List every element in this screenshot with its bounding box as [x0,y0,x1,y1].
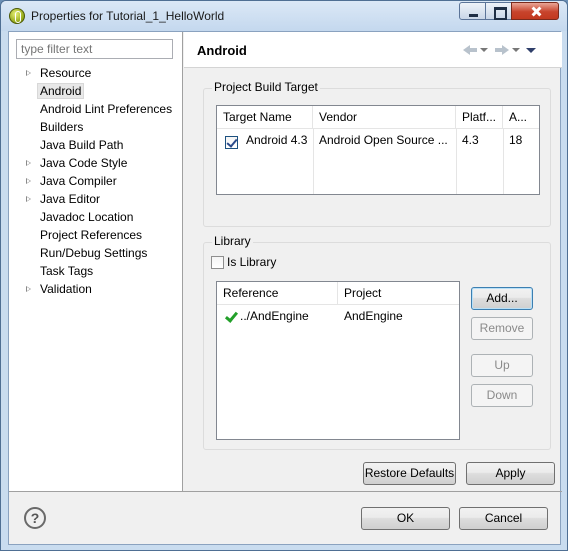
expand-triangle-icon[interactable] [26,70,31,76]
tree-item-label: Task Tags [40,264,94,278]
forward-history-chevron-down-icon[interactable] [512,46,520,54]
build-target-table[interactable]: Target Name Vendor Platf... A... Android… [216,105,540,195]
dialog-client: Resource Android Android Lint Preferences B… [8,31,562,545]
build-target-group: Project Build Target Target Name Vendor … [203,80,551,227]
tree-item[interactable]: Validation [9,280,183,298]
page-title: Android [197,43,247,58]
back-history-chevron-down-icon[interactable] [480,46,488,54]
move-up-button[interactable]: Up [471,354,533,377]
tree-item-label: Android [36,83,85,99]
tree-item-label: Validation [40,282,92,296]
library-table-header: Reference Project [217,282,459,305]
api-level-cell: 18 [509,133,523,147]
column-header-reference[interactable]: Reference [217,282,338,305]
footer-separator [9,491,562,492]
tree-item[interactable]: Java Editor [9,190,183,208]
expand-triangle-icon[interactable] [26,196,31,202]
target-name-cell: Android 4.3 [246,133,308,147]
target-checkbox[interactable] [225,136,238,149]
column-header-platform[interactable]: Platf... [456,106,503,129]
tree-item-label: Java Build Path [40,138,124,152]
reference-cell: ../AndEngine [240,309,309,323]
expand-triangle-icon[interactable] [26,160,31,166]
library-reference-table[interactable]: Reference Project ../AndEngine AndEngine [216,281,460,440]
platform-cell: 4.3 [462,133,479,147]
expand-triangle-icon[interactable] [26,178,31,184]
tree-item-label: Java Compiler [40,174,117,188]
tree-item[interactable]: Resource [9,64,183,82]
tree-item[interactable]: Java Compiler [9,172,183,190]
tree-item-label: Java Code Style [40,156,128,170]
build-target-legend: Project Build Target [212,80,320,94]
add-library-button[interactable]: Add... [471,287,533,310]
tree-item[interactable]: Project References [9,226,183,244]
library-group: Library Is Library Reference Project ../… [203,234,551,450]
column-header-api[interactable]: A... [503,106,539,129]
column-header-project[interactable]: Project [338,282,459,305]
column-header-target-name[interactable]: Target Name [217,106,313,129]
tree-item[interactable]: Java Build Path [9,136,183,154]
tree-item[interactable]: Task Tags [9,262,183,280]
page-navigation [462,43,538,57]
tree-item-label: Run/Debug Settings [40,246,148,260]
property-page: Android Project Build Target Target Name… [184,32,562,491]
apply-button[interactable]: Apply [466,462,555,485]
expand-triangle-icon[interactable] [26,286,31,292]
tree-item-label: Java Editor [40,192,101,206]
help-icon[interactable]: ? [24,507,46,529]
tree-item-label: Javadoc Location [40,210,134,224]
page-header: Android [184,32,562,68]
move-down-button[interactable]: Down [471,384,533,407]
vendor-cell: Android Open Source ... [319,133,448,147]
tree-item-label: Project References [40,228,143,242]
close-window-button[interactable] [511,2,559,20]
properties-window: Properties for Tutorial_1_HelloWorld Res… [0,0,568,551]
tree-item[interactable]: Builders [9,118,183,136]
minimize-button[interactable] [459,2,486,20]
view-menu-chevron-down-icon[interactable] [526,46,536,54]
back-arrow-icon[interactable] [462,44,478,56]
tree-item-label: Android Lint Preferences [40,102,173,116]
library-legend: Library [212,234,253,248]
tree-item[interactable]: Java Code Style [9,154,183,172]
window-title: Properties for Tutorial_1_HelloWorld [31,9,225,23]
filter-input[interactable] [16,39,173,59]
build-target-table-header: Target Name Vendor Platf... A... [217,106,539,129]
is-library-checkbox-box[interactable] [211,256,224,269]
tree-item[interactable]: Android [9,82,183,100]
is-library-label: Is Library [227,255,277,269]
title-bar[interactable]: Properties for Tutorial_1_HelloWorld [1,1,567,31]
tree-item[interactable]: Run/Debug Settings [9,244,183,262]
tree-item[interactable]: Android Lint Preferences [9,100,183,118]
eclipse-app-icon [9,8,25,24]
tree-item[interactable]: Javadoc Location [9,208,183,226]
column-header-vendor[interactable]: Vendor [313,106,456,129]
ok-button[interactable]: OK [361,507,450,530]
remove-library-button[interactable]: Remove [471,317,533,340]
cancel-button[interactable]: Cancel [459,507,548,530]
maximize-button[interactable] [485,2,512,20]
restore-defaults-button[interactable]: Restore Defaults [363,462,456,485]
tree-item-label: Builders [40,120,84,134]
property-tree-panel: Resource Android Android Lint Preferences B… [9,32,183,491]
project-cell: AndEngine [344,309,403,323]
tree-item-label: Resource [40,66,92,80]
forward-arrow-icon[interactable] [494,44,510,56]
property-tree: Resource Android Android Lint Preferences B… [9,64,183,298]
